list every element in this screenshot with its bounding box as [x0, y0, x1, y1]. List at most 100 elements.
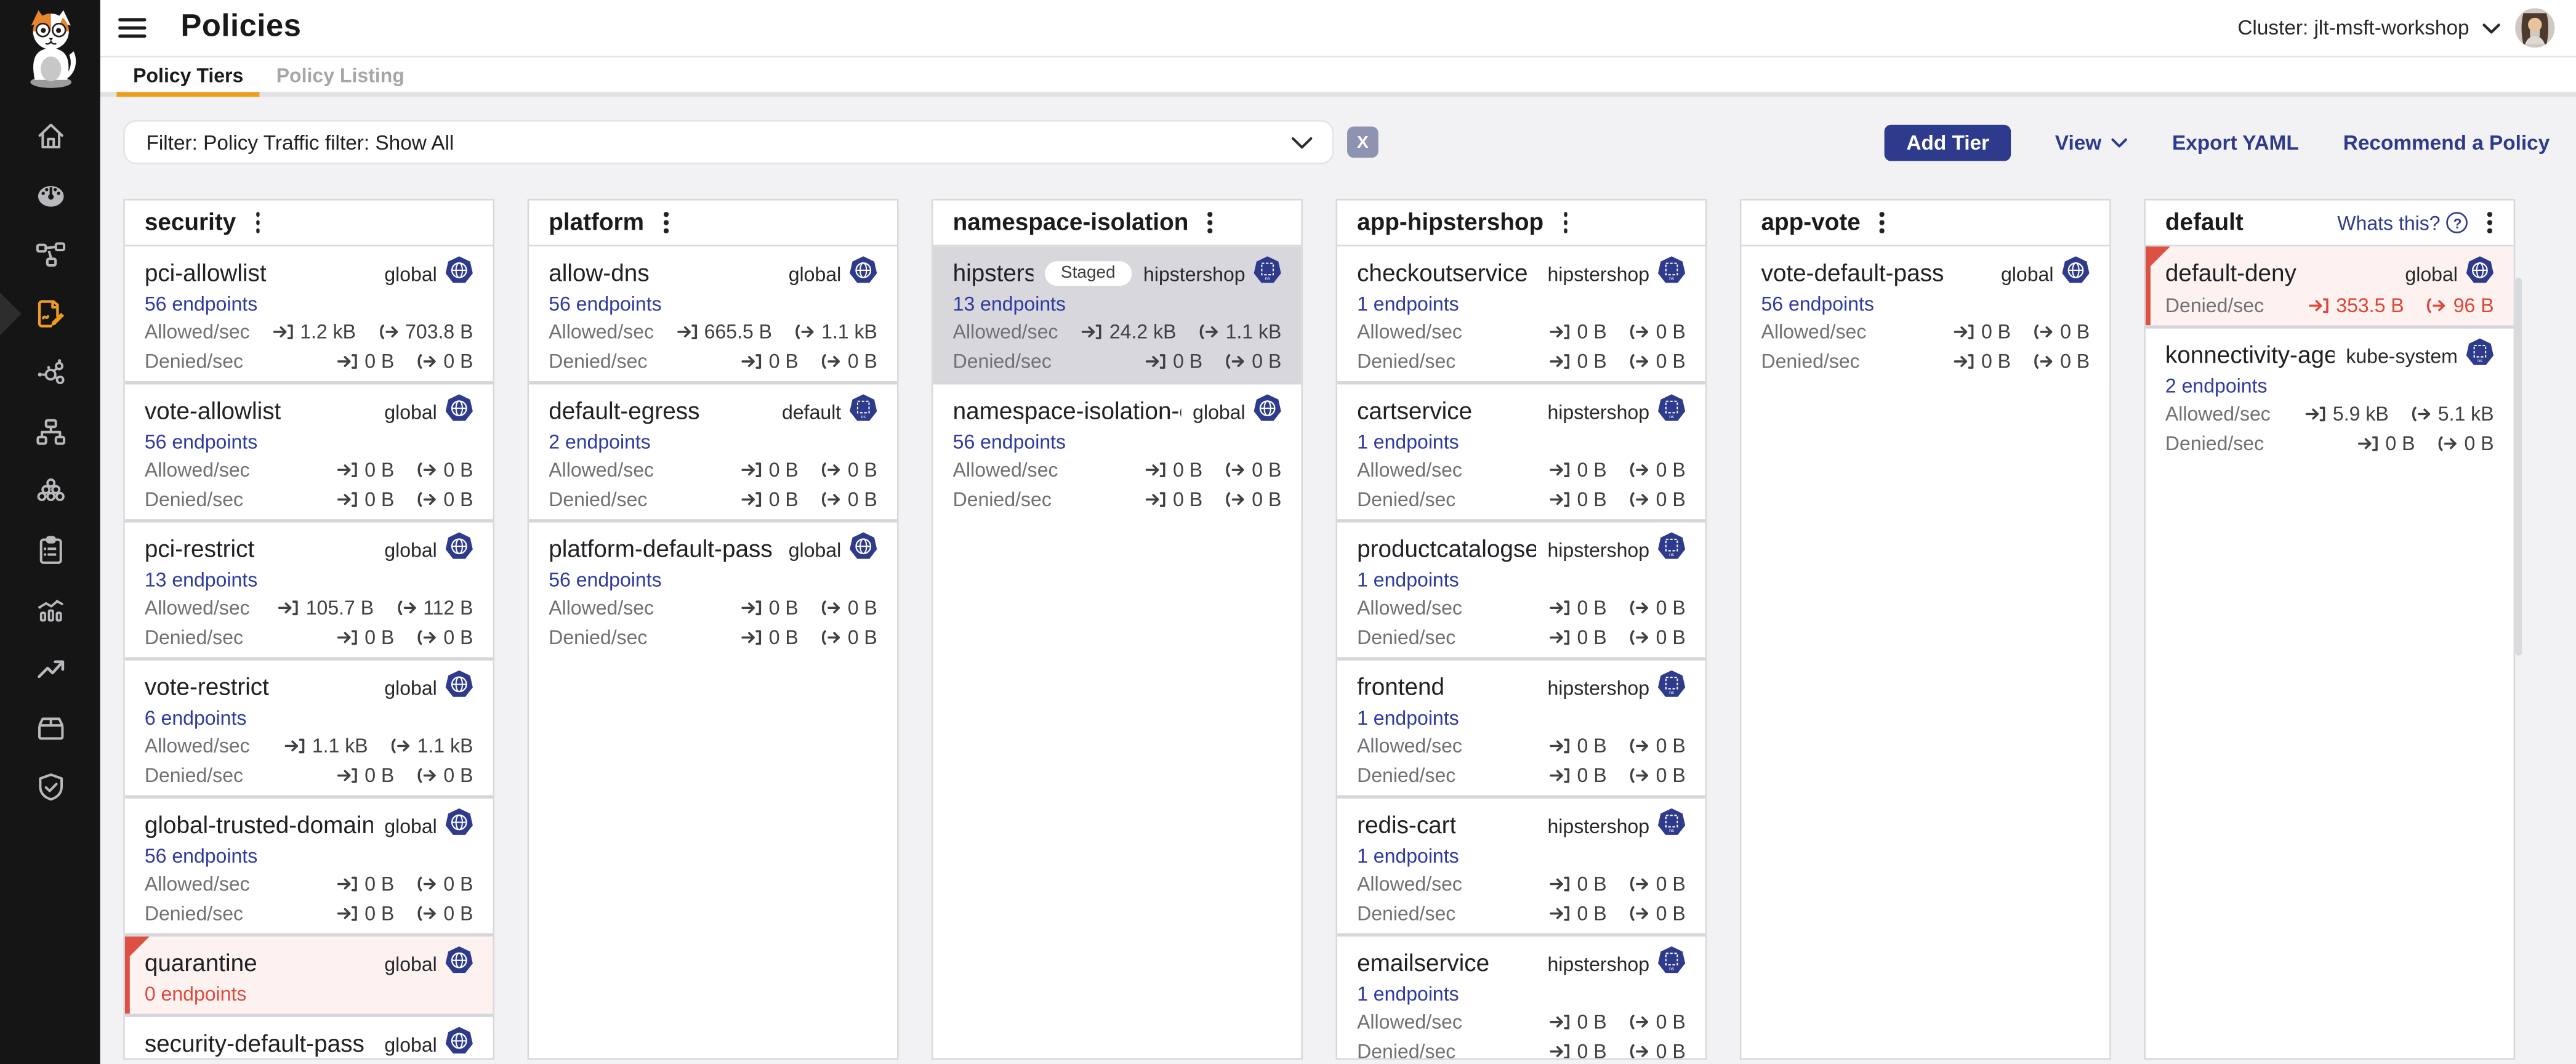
hamburger-menu-button[interactable] [118, 18, 146, 38]
allowed-values: 0 B 0 B [1954, 320, 2090, 343]
outbound-pair: 703.8 B [377, 320, 473, 343]
inbound-traffic-icon [1549, 491, 1571, 508]
denied-per-sec-row: Denied/sec 0 B 0 B [1357, 764, 1686, 787]
endpoints-link[interactable]: 56 endpoints [1761, 292, 2090, 315]
cluster-selector[interactable]: Cluster: jlt-msft-workshop [2237, 17, 2500, 39]
outbound-value: 0 B [2465, 432, 2494, 455]
endpoints-link[interactable]: 56 endpoints [145, 430, 473, 453]
policy-card[interactable]: productcatalogservice hipstershop ns 1 e… [1337, 519, 1705, 657]
endpoints-link[interactable]: 0 endpoints [145, 983, 473, 1006]
endpoints-link[interactable]: 1 endpoints [1357, 706, 1686, 729]
policy-card[interactable]: redis-cart hipstershop ns 1 endpoints Al… [1337, 795, 1705, 933]
tier-menu-button[interactable] [2478, 206, 2502, 240]
policy-card[interactable]: konnectivity-agent kube-system ns 2 endp… [2146, 325, 2514, 463]
policy-card[interactable]: vote-default-pass global 56 endpoints Al… [1741, 246, 2109, 381]
policy-card[interactable]: pci-restrict global 13 endpoints Allowed… [125, 519, 493, 657]
tier-menu-button[interactable] [1553, 206, 1577, 240]
policy-card[interactable]: cartservice hipstershop ns 1 endpoints A… [1337, 381, 1705, 519]
policy-card[interactable]: default-deny global Denied/sec 353.5 B [2146, 246, 2514, 325]
denied-values: 0 B 0 B [1954, 350, 2090, 373]
sidebar-item-trends[interactable] [0, 639, 100, 698]
endpoints-link[interactable]: 56 endpoints [145, 292, 473, 315]
policy-card[interactable]: global-trusted-domains global 56 endpoin… [125, 795, 493, 933]
tab-policy-listing[interactable]: Policy Listing [260, 57, 421, 92]
sidebar-item-image-assurance[interactable] [0, 698, 100, 757]
inbound-pair: 0 B [1549, 902, 1606, 925]
inbound-pair: 0 B [1549, 1040, 1606, 1058]
sidebar-item-policies[interactable] [0, 284, 100, 344]
policy-card[interactable]: allow-dns global 56 endpoints Allowed/se… [529, 246, 897, 381]
allowed-per-sec-row: Allowed/sec 0 B 0 B [1357, 1010, 1686, 1033]
endpoints-link[interactable]: 1 endpoints [1357, 983, 1686, 1006]
policy-card[interactable]: pci-allowlist global 56 endpoints Allowe… [125, 246, 493, 381]
outbound-pair: 112 B [395, 597, 473, 619]
tab-policy-tiers[interactable]: Policy Tiers [116, 57, 260, 92]
policy-card-header: quarantine global [145, 948, 473, 980]
export-yaml-button[interactable]: Export YAML [2172, 131, 2299, 153]
endpoints-link[interactable]: 2 endpoints [2165, 374, 2494, 397]
tier-title: default [2165, 209, 2244, 236]
endpoints-link[interactable]: 56 endpoints [953, 430, 1282, 453]
allowed-values: 105.7 B 112 B [278, 597, 473, 619]
policy-scope: global [384, 393, 473, 430]
endpoints-link[interactable]: 1 endpoints [1357, 568, 1686, 591]
policy-traffic-filter-select[interactable]: Filter: Policy Traffic filter: Show All [123, 120, 1334, 164]
policy-card[interactable]: emailservice hipstershop ns 1 endpoints … [1337, 933, 1705, 1058]
inbound-value: 0 B [1577, 488, 1607, 511]
policy-card[interactable]: vote-allowlist global 56 endpoints Allow… [125, 381, 493, 519]
endpoints-link[interactable]: 1 endpoints [1357, 292, 1686, 315]
policy-card[interactable]: frontend hipstershop ns 1 endpoints Allo… [1337, 657, 1705, 795]
user-avatar[interactable] [2515, 8, 2554, 47]
policy-card[interactable]: namespace-isolation-default-p… global 56… [933, 381, 1302, 519]
endpoints-link[interactable]: 6 endpoints [145, 706, 473, 729]
endpoints-link[interactable]: 13 endpoints [145, 568, 473, 591]
inbound-value: 1.2 kB [300, 320, 356, 343]
policy-scope-icon-slot [445, 808, 473, 844]
policy-card[interactable]: hipstershop-gh… Staged hipstershop ns 13… [933, 246, 1302, 381]
policy-card[interactable]: quarantine global 0 endpoints [125, 933, 493, 1014]
outbound-traffic-icon [2436, 435, 2458, 452]
denied-values: 0 B 0 B [1145, 488, 1282, 511]
staged-badge: Staged [1044, 262, 1132, 286]
outbound-pair: 0 B [2032, 320, 2090, 343]
sidebar-item-network-sets[interactable] [0, 462, 100, 521]
sidebar-item-network-visualization[interactable] [0, 344, 100, 403]
endpoints-link[interactable]: 1 endpoints [1357, 430, 1686, 453]
topbar-right: Cluster: jlt-msft-workshop [2237, 8, 2554, 47]
tier-menu-button[interactable] [1870, 206, 1894, 240]
tier-menu-button[interactable] [654, 206, 678, 240]
tier-menu-button[interactable] [1198, 206, 1222, 240]
view-menu-button[interactable]: View [2055, 131, 2128, 153]
endpoints-link[interactable]: 13 endpoints [953, 292, 1282, 315]
sidebar-item-service-graph[interactable] [0, 225, 100, 284]
sidebar-item-compliance[interactable] [0, 521, 100, 580]
whats-this-link[interactable]: Whats this? ? [2337, 211, 2468, 234]
policy-card[interactable]: security-default-pass global 56 endpoint… [125, 1014, 493, 1058]
policy-card[interactable]: vote-restrict global 6 endpoints Allowed… [125, 657, 493, 795]
endpoints-link[interactable]: 56 endpoints [549, 292, 877, 315]
inbound-value: 0 B [769, 597, 799, 619]
endpoints-link[interactable]: 56 endpoints [145, 845, 473, 868]
sidebar-item-endpoints[interactable] [0, 403, 100, 462]
recommend-policy-button[interactable]: Recommend a Policy [2343, 131, 2550, 153]
policy-name: pci-allowlist [145, 260, 267, 287]
sidebar-item-activity[interactable] [0, 580, 100, 639]
endpoints-link[interactable]: 2 endpoints [549, 430, 877, 453]
tier-menu-button[interactable] [246, 206, 270, 240]
board-scrollbar[interactable] [2514, 278, 2522, 656]
inbound-traffic-icon [2357, 435, 2379, 452]
policy-card[interactable]: checkoutservice hipstershop ns 1 endpoin… [1337, 246, 1705, 381]
sidebar-item-dashboard[interactable] [0, 166, 100, 225]
policy-card[interactable]: platform-default-pass global 56 endpoint… [529, 519, 897, 657]
outbound-value: 0 B [1656, 488, 1686, 511]
inbound-value: 0 B [1577, 350, 1607, 373]
policy-card[interactable]: default-egress default ns 2 endpoints Al… [529, 381, 897, 519]
calico-cat-logo[interactable] [14, 5, 86, 91]
endpoints-link[interactable]: 56 endpoints [549, 568, 877, 591]
endpoints-link[interactable]: 1 endpoints [1357, 845, 1686, 868]
namespace-scope-icon: ns [2466, 337, 2493, 365]
sidebar-item-home[interactable] [0, 107, 100, 166]
add-tier-button[interactable]: Add Tier [1885, 124, 2011, 160]
clear-filter-button[interactable]: X [1347, 126, 1379, 158]
sidebar-item-threat-defense[interactable] [0, 757, 100, 816]
